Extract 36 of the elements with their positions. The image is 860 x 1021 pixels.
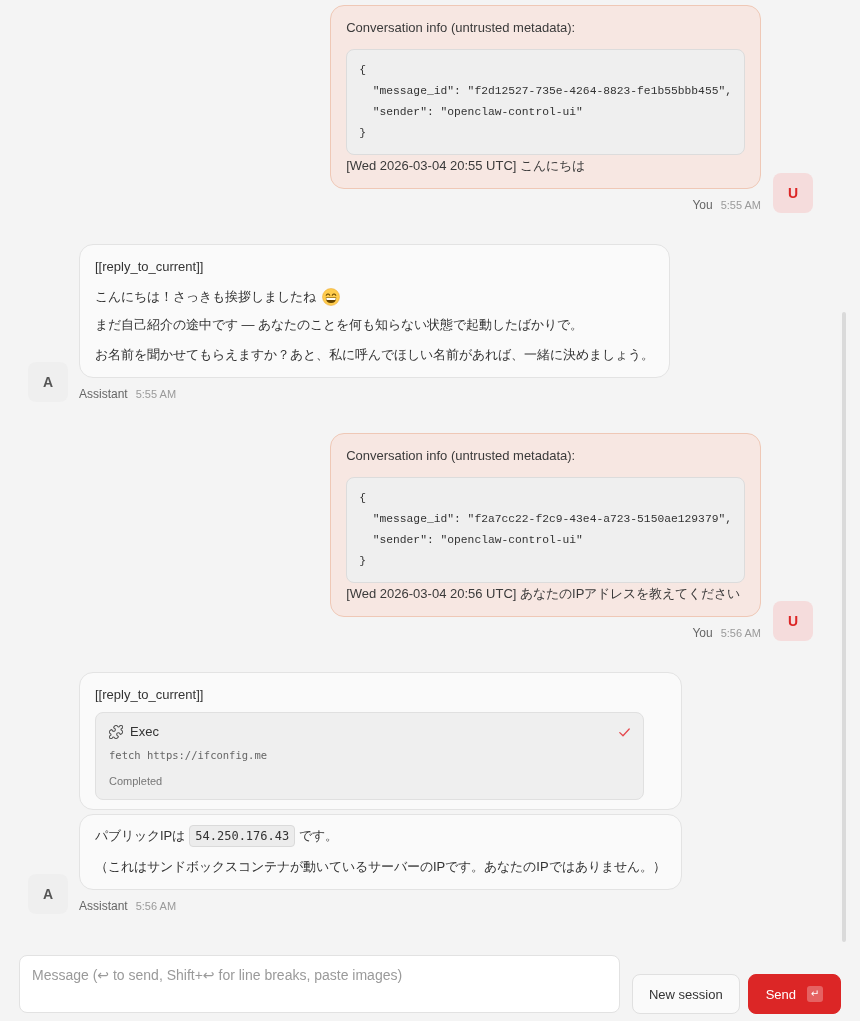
sender-name: Assistant — [79, 386, 128, 402]
message-text: （これはサンドボックスコンテナが動いているサーバーのIPです。あなたのIPではありません。） — [95, 858, 666, 876]
sender-name: You — [692, 197, 713, 213]
send-button[interactable]: Send ↵ — [747, 974, 841, 1014]
message-time: 5:55 AM — [720, 198, 761, 213]
message-text: [Wed 2026-03-04 20:55 UTC] こんにちは — [346, 157, 586, 175]
code-block: { "message_id": "f2d12527-735e-4264-8823-fe1b55bbb455", "sender": "openclaw-control-ui" } — [346, 49, 745, 155]
message-text: [Wed 2026-03-04 20:56 UTC] あなたのIPアドレスを教えてください — [346, 585, 741, 603]
message-text: Conversation info (untrusted metadata): — [346, 19, 576, 37]
avatar: A — [28, 874, 68, 914]
message-text: まだ自己紹介の途中です — あなたのことを何も知らない状態で起動したばかりで。 — [95, 316, 584, 334]
inline-code: 54.250.176.43 — [189, 825, 296, 847]
message-time: 5:56 AM — [135, 899, 177, 914]
code-block: { "message_id": "f2a7cc22-f2c9-43e4-a723-5150ae129379", "sender": "openclaw-control-ui" } — [346, 477, 745, 583]
shortcut-key: ↵ — [807, 986, 823, 1002]
message-text: [[reply_to_current]] — [95, 258, 204, 276]
tool-command: fetch https://ifconfig.me — [109, 748, 269, 763]
avatar: U — [773, 173, 813, 213]
new-session-button[interactable]: New session — [631, 974, 740, 1014]
sender-name: You — [692, 625, 713, 641]
message-text: パブリックIPは — [95, 827, 186, 845]
tool-status: Completed — [109, 774, 164, 789]
message-text: [[reply_to_current]] — [95, 686, 204, 704]
avatar: U — [773, 601, 813, 641]
tool-card[interactable]: Exec fetch https://ifconfig.me Completed — [95, 712, 644, 800]
avatar: A — [28, 362, 68, 402]
message-text: です。 — [299, 827, 339, 845]
message-time: 5:56 AM — [720, 626, 761, 641]
puzzle-icon — [109, 725, 123, 739]
message-text: Conversation info (untrusted metadata): — [346, 447, 576, 465]
tool-name: Exec — [130, 723, 159, 741]
message-input[interactable]: Message (↩ to send, Shift+↩ for line breaks, paste images) — [19, 955, 620, 1013]
sender-name: Assistant — [79, 898, 128, 914]
message-text: こんにちは！さっきも挨拶しましたね — [95, 288, 316, 306]
message-text: お名前を聞かせてもらえますか？あと、私に呼んでほしい名前があれば、一緒に決めましょう。 — [95, 346, 654, 364]
message-time: 5:55 AM — [135, 387, 177, 402]
